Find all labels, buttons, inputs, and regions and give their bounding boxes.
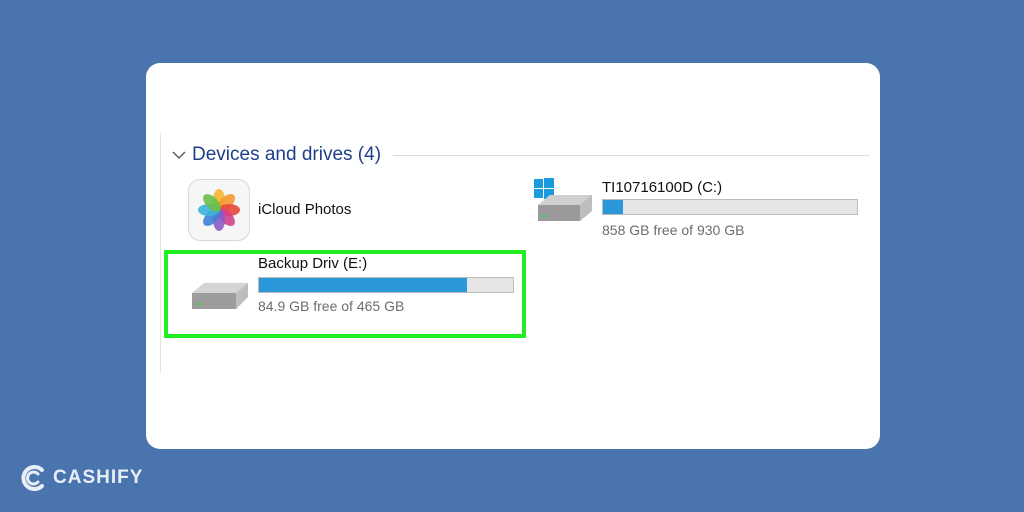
- drive-label: TI10716100D (C:): [602, 179, 723, 196]
- windows-drive-icon: [534, 178, 592, 221]
- logo-text: CASHIFY: [53, 467, 144, 488]
- devices-section-header[interactable]: Devices and drives (4): [170, 141, 870, 169]
- icloud-photos-icon: [188, 179, 250, 241]
- highlight-box: [164, 250, 526, 338]
- drive-item-icloud-photos[interactable]: iCloud Photos: [188, 179, 408, 243]
- storage-usage-bar: [602, 199, 858, 215]
- chevron-down-icon[interactable]: [170, 146, 188, 164]
- pane-divider: [160, 133, 161, 373]
- cashify-logo: CASHIFY: [18, 461, 143, 495]
- section-divider: [393, 154, 870, 156]
- storage-usage-fill: [603, 200, 624, 214]
- explorer-card: Devices and drives (4) iCloud Photos TI1…: [146, 63, 880, 449]
- free-space-text: 858 GB free of 930 GB: [602, 222, 745, 238]
- section-title: Devices and drives (4): [192, 144, 382, 165]
- drive-label: iCloud Photos: [258, 201, 352, 218]
- drive-item-c[interactable]: TI10716100D (C:) 858 GB free of 930 GB: [532, 177, 862, 241]
- cashify-logo-icon: [21, 465, 44, 491]
